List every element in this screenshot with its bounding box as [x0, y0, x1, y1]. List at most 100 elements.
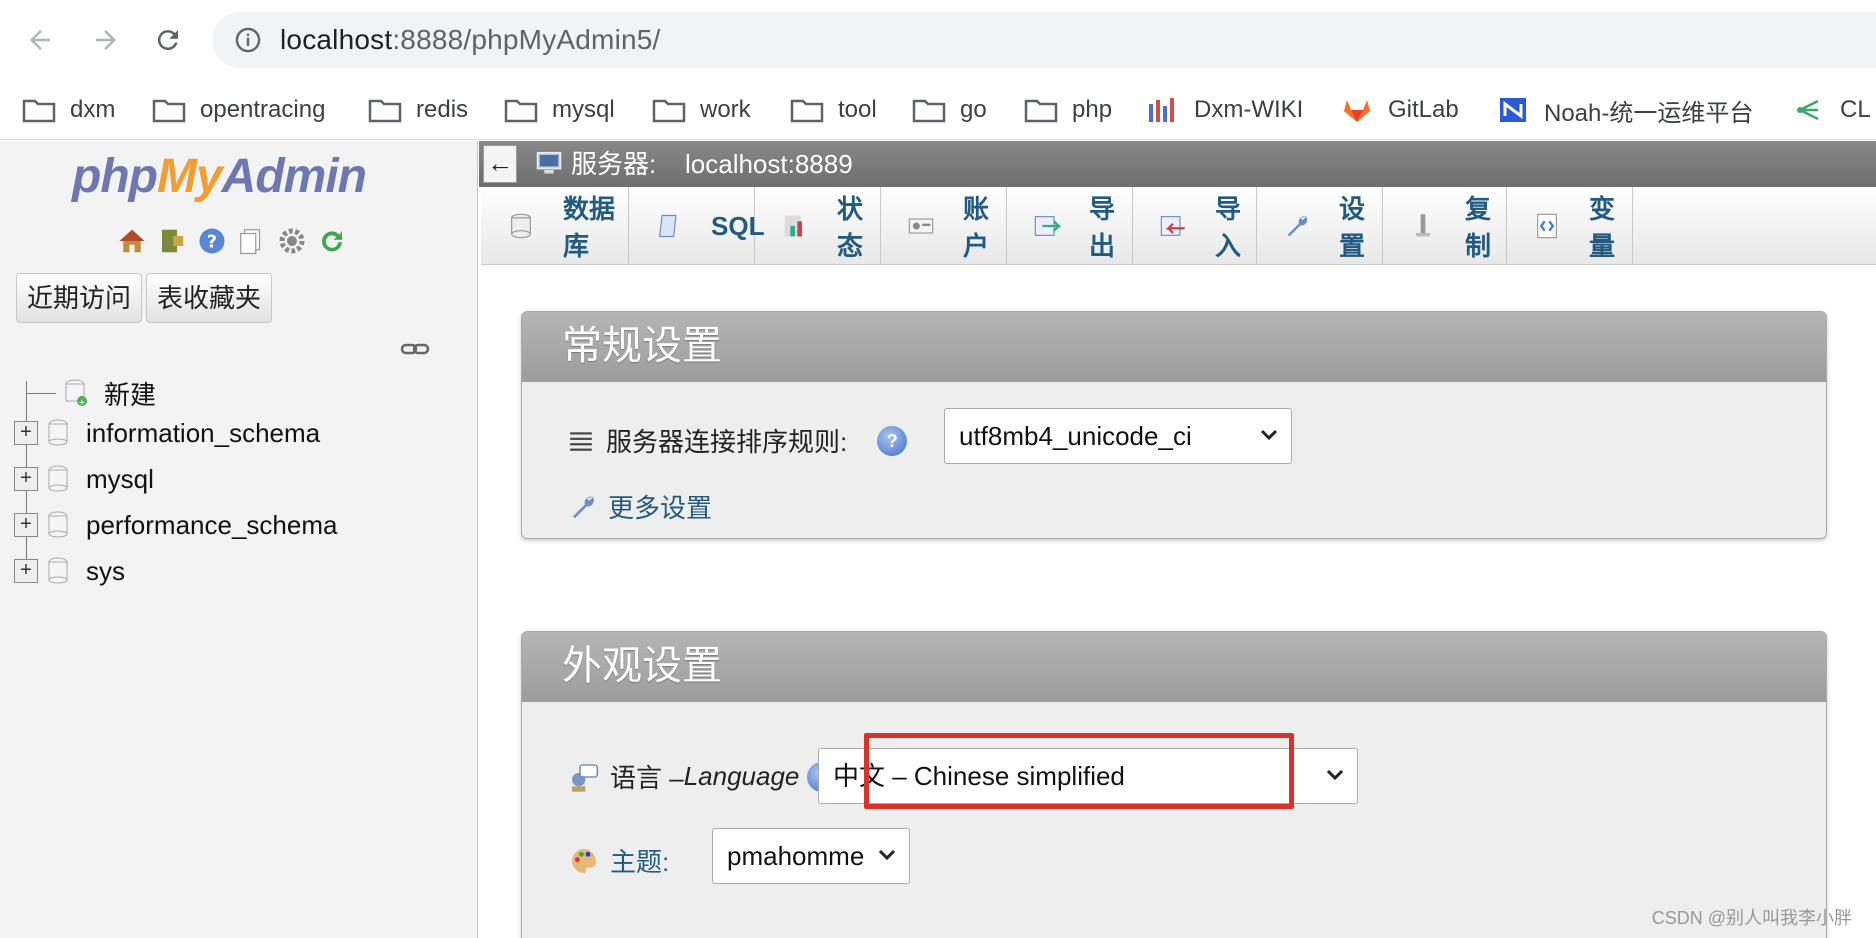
svg-text:?: ? [207, 232, 217, 252]
reload-button[interactable] [146, 18, 190, 62]
tab-settings[interactable]: 设置 [1257, 187, 1383, 265]
pma-navigation-panel: phpMyAdmin ? 近期访问 表收藏夹 + 新建 + information… [0, 141, 478, 938]
forward-arrow-icon [96, 30, 116, 50]
tab-replication[interactable]: 复制 [1383, 187, 1507, 265]
server-icon [536, 151, 562, 174]
tab-export[interactable]: 导出 [1007, 187, 1133, 265]
database-icon [48, 465, 68, 492]
bookmark-tool[interactable]: tool [790, 88, 877, 132]
url-host: localhost [280, 24, 393, 55]
tab-database[interactable]: 数据库 [481, 187, 629, 265]
tree-item-sys[interactable]: + sys [14, 551, 125, 591]
expand-icon[interactable]: + [14, 467, 38, 491]
language-label: 语言 – [610, 763, 684, 793]
collation-select[interactable]: utf8mb4_unicode_ci [944, 408, 1292, 464]
database-icon [48, 511, 68, 538]
database-icon [48, 419, 68, 446]
bookmark-php[interactable]: php [1024, 88, 1112, 132]
database-icon [507, 211, 535, 241]
folder-icon [652, 95, 686, 125]
more-settings-row[interactable]: 更多设置 [568, 488, 712, 525]
theme-select[interactable]: pmahomme [712, 828, 910, 884]
tab-accounts[interactable]: 账户 [881, 187, 1007, 265]
database-icon [48, 557, 68, 584]
bookmark-cl[interactable]: CL [1792, 88, 1871, 132]
tab-status[interactable]: 状态 [755, 187, 881, 265]
bookmark-go[interactable]: go [912, 88, 987, 132]
help-icon[interactable]: ? [877, 425, 908, 456]
collation-value: utf8mb4_unicode_ci [959, 421, 1192, 451]
help-icon[interactable]: ? [196, 225, 228, 257]
nav-icon-bar: ? [116, 225, 348, 257]
tree-item-information-schema[interactable]: + information_schema [14, 413, 320, 453]
refresh-icon[interactable] [316, 225, 348, 257]
server-label: 服务器: [571, 149, 657, 179]
phpmyadmin-logo[interactable]: phpMyAdmin [72, 149, 367, 204]
folder-icon [504, 95, 538, 125]
gear-icon[interactable] [276, 225, 308, 257]
logo-admin: Admin [221, 150, 367, 203]
folder-icon [368, 95, 402, 125]
url-path: :8888/phpMyAdmin5/ [392, 24, 661, 55]
info-icon[interactable] [234, 26, 262, 54]
address-bar[interactable]: localhost:8888/phpMyAdmin5/ [212, 12, 1876, 68]
tree-branch [26, 392, 56, 394]
tab-import[interactable]: 导入 [1133, 187, 1257, 265]
bookmark-label: go [960, 96, 987, 123]
back-button[interactable] [18, 18, 62, 62]
expand-icon[interactable]: + [14, 513, 38, 537]
bookmark-dxm-wiki[interactable]: Dxm-WIKI [1146, 88, 1303, 132]
gitlab-icon [1340, 95, 1374, 125]
more-settings-link[interactable]: 更多设置 [608, 488, 712, 525]
docs-icon[interactable] [236, 225, 268, 257]
folder-icon [22, 95, 56, 125]
favorites-tab[interactable]: 表收藏夹 [146, 273, 273, 323]
wrench-icon [573, 496, 594, 518]
accounts-icon [907, 211, 935, 241]
folder-icon [152, 95, 186, 125]
folder-icon [790, 95, 824, 125]
tab-label: 变量 [1589, 194, 1616, 261]
forward-button[interactable] [84, 18, 128, 62]
server-host-link[interactable]: localhost:8889 [685, 141, 853, 187]
url-text[interactable]: localhost:8888/phpMyAdmin5/ [280, 24, 661, 56]
replication-icon [1409, 211, 1437, 241]
panel-title: 常规设置 [522, 312, 1826, 382]
theme-value: pmahomme [727, 841, 865, 871]
theme-row: 主题: [568, 842, 669, 879]
home-icon[interactable] [116, 225, 148, 257]
tree-item-new[interactable]: + 新建 [14, 373, 156, 413]
bookmark-opentracing[interactable]: opentracing [152, 88, 325, 132]
collapse-nav-button[interactable]: ← [483, 145, 517, 183]
status-icon [781, 211, 809, 241]
bookmark-noah-[interactable]: Noah-统一运维平台 [1496, 88, 1753, 132]
bookmark-redis[interactable]: redis [368, 88, 468, 132]
chevron-down-icon [1260, 429, 1278, 441]
tab-sql[interactable]: SQL [629, 187, 764, 265]
main-content: ← 服务器: localhost:8889 数据库 SQL 状态 账户 导出 导入 设置 复制… [479, 141, 1876, 938]
settings-icon [1283, 211, 1311, 241]
bookmark-work[interactable]: work [652, 88, 751, 132]
browser-toolbar: localhost:8888/phpMyAdmin5/ [0, 0, 1876, 82]
browser-chrome: localhost:8888/phpMyAdmin5/ dxm opentraci… [0, 0, 1876, 140]
tree-item-performance-schema[interactable]: + performance_schema [14, 505, 337, 545]
bookmark-gitlab[interactable]: GitLab [1340, 88, 1459, 132]
tab-label: 设置 [1339, 194, 1366, 261]
chevron-down-icon [878, 849, 896, 861]
bookmark-mysql[interactable]: mysql [504, 88, 615, 132]
theme-label[interactable]: 主题: [610, 842, 669, 879]
tab-variables[interactable]: 变量 [1507, 187, 1633, 265]
expand-icon[interactable]: + [14, 559, 38, 583]
logout-icon[interactable] [156, 225, 188, 257]
bookmark-label: Noah-统一运维平台 [1544, 99, 1754, 127]
import-icon [1159, 211, 1187, 241]
recent-tab[interactable]: 近期访问 [16, 273, 143, 323]
collation-icon [570, 431, 592, 451]
folder-icon [912, 95, 946, 125]
bookmark-dxm[interactable]: dxm [22, 88, 115, 132]
expand-icon[interactable]: + [14, 421, 38, 445]
bookmark-label: opentracing [200, 96, 326, 123]
link-icon[interactable] [400, 339, 430, 359]
language-icon [572, 763, 598, 792]
tree-item-mysql[interactable]: + mysql [14, 459, 154, 499]
